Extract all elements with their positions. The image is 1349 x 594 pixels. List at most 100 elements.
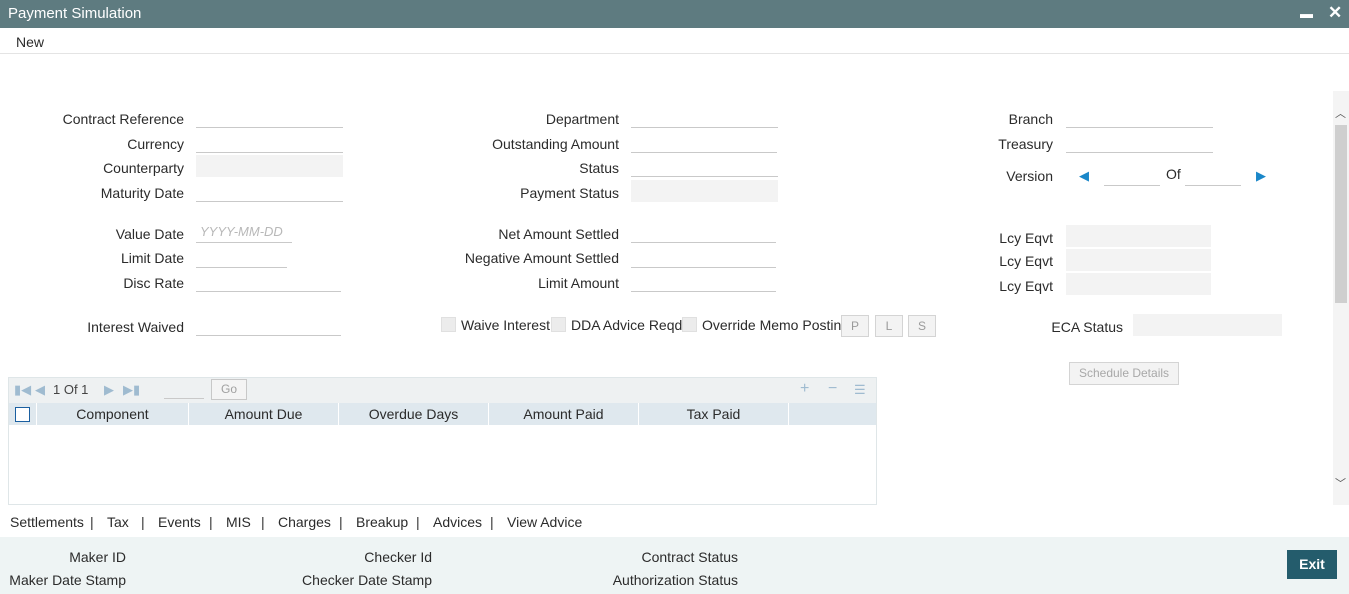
close-icon[interactable]: ✕ [1328, 3, 1342, 23]
net-amount-settled-input[interactable] [631, 221, 776, 243]
tab-mis[interactable]: MIS [226, 514, 251, 530]
first-page-icon[interactable]: ▮◀ [14, 382, 31, 398]
grid-toolbar: ▮◀ ◀ 1 Of 1 ▶ ▶▮ Go + − ☰ [9, 378, 876, 403]
treasury-label: Treasury [998, 136, 1053, 152]
menu-bar: New [0, 28, 1349, 54]
pagination-text: 1 Of 1 [53, 382, 89, 397]
interest-waived-input[interactable] [196, 314, 341, 336]
delete-row-icon[interactable]: − [828, 380, 837, 398]
column-header-overdue-days[interactable]: Overdue Days [339, 403, 489, 425]
authorization-status-label: Authorization Status [612, 572, 738, 588]
scroll-down-icon[interactable]: ﹀ [1335, 475, 1346, 491]
contract-reference-label: Contract Reference [62, 111, 184, 127]
grid-header: Component Amount Due Overdue Days Amount… [9, 403, 876, 425]
page-number-input[interactable] [164, 381, 204, 399]
component-grid: ▮◀ ◀ 1 Of 1 ▶ ▶▮ Go + − ☰ Component Amou… [8, 377, 877, 505]
limit-date-input[interactable] [196, 246, 287, 268]
limit-amount-input[interactable] [631, 270, 776, 292]
column-header-amount-paid[interactable]: Amount Paid [489, 403, 639, 425]
counterparty-label: Counterparty [103, 160, 184, 176]
status-input[interactable] [631, 155, 778, 177]
scroll-up-icon[interactable]: ︿ [1335, 105, 1346, 121]
version-of-label: Of [1166, 166, 1181, 182]
lcy-eqvt-1-input [1066, 225, 1211, 247]
previous-version-icon[interactable]: ◀ [1079, 168, 1089, 184]
waive-interest-label: Waive Interest [461, 317, 550, 333]
version-total-input [1185, 164, 1241, 186]
limit-date-label: Limit Date [120, 250, 184, 266]
contract-status-label: Contract Status [641, 549, 739, 565]
next-page-icon[interactable]: ▶ [104, 382, 114, 398]
next-version-icon[interactable]: ▶ [1256, 168, 1266, 184]
disc-rate-input[interactable] [196, 270, 341, 292]
version-label: Version [1006, 168, 1053, 184]
minimize-icon[interactable]: ▬ [1300, 6, 1313, 21]
net-amount-settled-label: Net Amount Settled [498, 226, 619, 242]
new-menu-item[interactable]: New [16, 34, 44, 50]
s-button[interactable]: S [908, 315, 936, 337]
add-row-icon[interactable]: + [800, 380, 809, 398]
eca-status-input [1133, 314, 1282, 336]
vertical-scrollbar[interactable]: ︿ ﹀ [1333, 91, 1349, 505]
lcy-eqvt-3-input [1066, 273, 1211, 295]
payment-status-label: Payment Status [520, 185, 619, 201]
treasury-input[interactable] [1066, 131, 1213, 153]
branch-input[interactable] [1066, 106, 1213, 128]
l-button[interactable]: L [875, 315, 903, 337]
tab-tax[interactable]: Tax [107, 514, 129, 530]
dda-advice-reqd-checkbox[interactable] [551, 317, 566, 332]
maturity-date-label: Maturity Date [100, 185, 184, 201]
tab-charges[interactable]: Charges [278, 514, 331, 530]
value-date-input[interactable] [196, 221, 292, 243]
maker-id-label: Maker ID [69, 549, 126, 565]
maturity-date-input[interactable] [196, 180, 343, 202]
tab-view-advice[interactable]: View Advice [507, 514, 582, 530]
contract-reference-input[interactable] [196, 106, 343, 128]
outstanding-amount-input[interactable] [631, 131, 777, 153]
eca-status-label: ECA Status [1051, 319, 1123, 335]
waive-interest-checkbox[interactable] [441, 317, 456, 332]
last-page-icon[interactable]: ▶▮ [123, 382, 140, 398]
p-button[interactable]: P [841, 315, 869, 337]
status-label: Status [579, 160, 619, 176]
window-titlebar: Payment Simulation ▬ ✕ [0, 0, 1349, 28]
checker-date-stamp-label: Checker Date Stamp [302, 572, 432, 588]
tab-settlements[interactable]: Settlements [10, 514, 84, 530]
department-input[interactable] [631, 106, 778, 128]
exit-button[interactable]: Exit [1287, 550, 1337, 579]
go-button[interactable]: Go [211, 379, 247, 400]
currency-label: Currency [127, 136, 184, 152]
subsystem-tabs: Settlements | Tax | Events | MIS | Charg… [0, 505, 1349, 537]
interest-waived-label: Interest Waived [87, 319, 184, 335]
value-date-label: Value Date [115, 226, 184, 242]
dda-advice-reqd-label: DDA Advice Reqd [571, 317, 683, 333]
lcy-eqvt-2-label: Lcy Eqvt [999, 253, 1053, 269]
tab-breakup[interactable]: Breakup [356, 514, 408, 530]
tab-events[interactable]: Events [158, 514, 201, 530]
checker-id-label: Checker Id [364, 549, 432, 565]
audit-footer: Maker ID Maker Date Stamp Checker Id Che… [0, 537, 1349, 594]
disc-rate-label: Disc Rate [123, 275, 184, 291]
payment-status-input [631, 180, 778, 202]
department-label: Department [545, 111, 619, 127]
previous-page-icon[interactable]: ◀ [35, 382, 45, 398]
schedule-details-button[interactable]: Schedule Details [1069, 362, 1179, 385]
version-input[interactable] [1104, 164, 1160, 186]
single-view-icon[interactable]: ☰ [854, 382, 866, 398]
lcy-eqvt-3-label: Lcy Eqvt [999, 278, 1053, 294]
window-title: Payment Simulation [8, 5, 142, 22]
currency-input[interactable] [196, 131, 343, 153]
scrollbar-thumb[interactable] [1335, 125, 1347, 303]
column-header-component[interactable]: Component [37, 403, 189, 425]
column-header-amount-due[interactable]: Amount Due [189, 403, 339, 425]
negative-amount-settled-input[interactable] [631, 246, 776, 268]
column-header-tax-paid[interactable]: Tax Paid [639, 403, 789, 425]
outstanding-amount-label: Outstanding Amount [492, 136, 619, 152]
branch-label: Branch [1008, 111, 1053, 127]
lcy-eqvt-1-label: Lcy Eqvt [999, 230, 1053, 246]
negative-amount-settled-label: Negative Amount Settled [464, 250, 619, 266]
limit-amount-label: Limit Amount [538, 275, 619, 291]
tab-advices[interactable]: Advices [433, 514, 482, 530]
override-memo-posting-checkbox[interactable] [682, 317, 697, 332]
lcy-eqvt-2-input [1066, 249, 1211, 271]
